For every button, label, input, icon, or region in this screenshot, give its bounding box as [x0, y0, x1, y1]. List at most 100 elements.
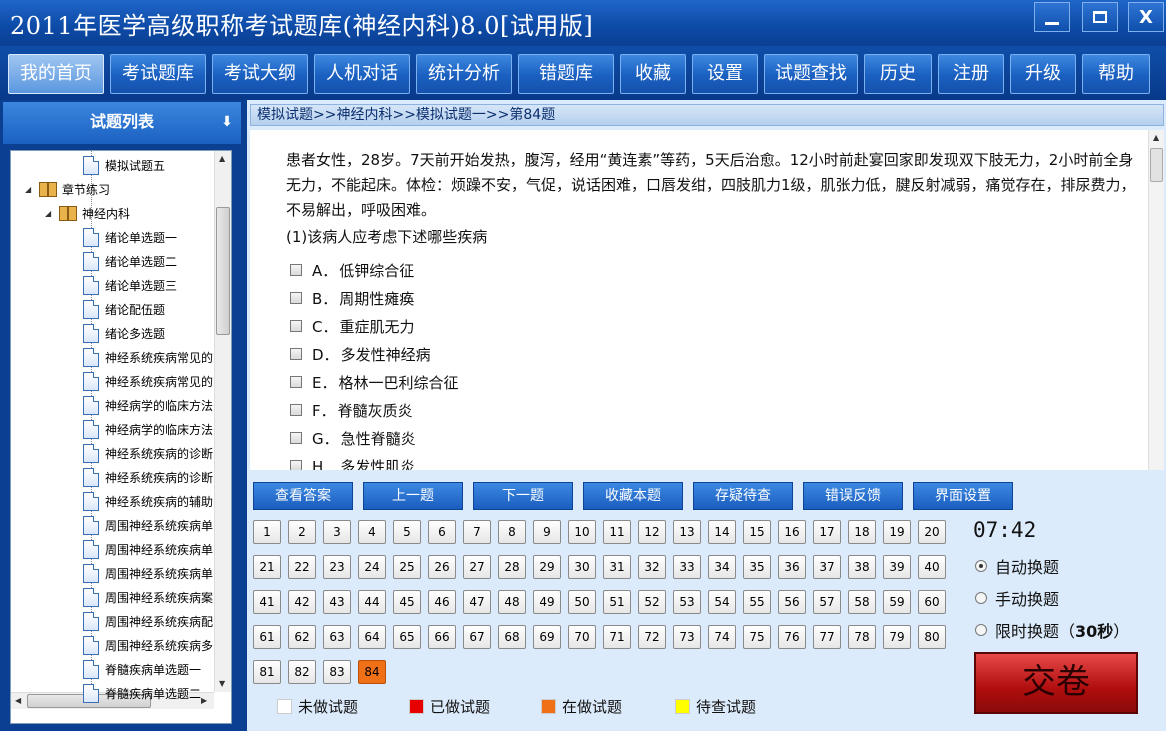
question-number-button[interactable]: 56 [778, 590, 806, 614]
question-number-button[interactable]: 17 [813, 520, 841, 544]
question-number-button[interactable]: 34 [708, 555, 736, 579]
question-number-button[interactable]: 9 [533, 520, 561, 544]
scroll-down-icon[interactable]: ▼ [219, 679, 225, 688]
double-chevron-down-icon[interactable]: ⬇ [221, 102, 233, 142]
scroll-up-icon[interactable]: ▲ [1153, 133, 1159, 142]
question-number-button[interactable]: 52 [638, 590, 666, 614]
menu-item[interactable]: 人机对话 [314, 54, 410, 94]
menu-item[interactable]: 考试题库 [110, 54, 206, 94]
action-button[interactable]: 下一题 [473, 482, 573, 510]
question-number-button[interactable]: 15 [743, 520, 771, 544]
question-number-button[interactable]: 69 [533, 625, 561, 649]
action-button[interactable]: 错误反馈 [803, 482, 903, 510]
scroll-right-icon[interactable]: ▶ [201, 696, 207, 705]
mode-radio[interactable] [975, 592, 987, 604]
scroll-up-icon[interactable]: ▲ [219, 154, 225, 163]
question-number-button[interactable]: 72 [638, 625, 666, 649]
tree-expand-icon[interactable]: ◢ [25, 185, 35, 194]
question-number-button[interactable]: 62 [288, 625, 316, 649]
question-number-button[interactable]: 75 [743, 625, 771, 649]
tree-vertical-scrollbar[interactable]: ▲ ▼ [214, 151, 231, 692]
question-number-button[interactable]: 19 [883, 520, 911, 544]
question-number-button[interactable]: 20 [918, 520, 946, 544]
question-number-button[interactable]: 33 [673, 555, 701, 579]
question-number-button[interactable]: 44 [358, 590, 386, 614]
question-number-button[interactable]: 29 [533, 555, 561, 579]
question-number-button[interactable]: 48 [498, 590, 526, 614]
question-number-button[interactable]: 39 [883, 555, 911, 579]
question-number-button[interactable]: 23 [323, 555, 351, 579]
question-number-button[interactable]: 7 [463, 520, 491, 544]
question-number-button[interactable]: 58 [848, 590, 876, 614]
answer-option[interactable]: A． 低钾综合征 [290, 259, 414, 281]
question-number-button[interactable]: 45 [393, 590, 421, 614]
question-tree[interactable]: ▲ ▼ ◀ ▶ 模拟试题五 ◢ 章节练习 ◢ 神经内科 绪论单选题一 绪论单选题二 绪论单选题… [10, 150, 232, 724]
question-number-button[interactable]: 67 [463, 625, 491, 649]
tree-scroll-thumb[interactable] [216, 207, 230, 335]
answer-checkbox[interactable] [290, 348, 302, 360]
answer-checkbox[interactable] [290, 404, 302, 416]
mode-option[interactable]: 自动换题 [975, 554, 1059, 578]
question-number-button[interactable]: 49 [533, 590, 561, 614]
answer-option[interactable]: H． 多发性肌炎 [290, 455, 415, 470]
tree-item[interactable]: 周围神经系统疾病配 [83, 609, 213, 633]
tree-item[interactable]: 周围神经系统疾病单 [83, 561, 213, 585]
question-number-button[interactable]: 30 [568, 555, 596, 579]
menu-item[interactable]: 统计分析 [416, 54, 512, 94]
menu-item[interactable]: 设置 [692, 54, 758, 94]
question-number-button[interactable]: 11 [603, 520, 631, 544]
question-number-button[interactable]: 68 [498, 625, 526, 649]
tree-item[interactable]: 神经系统疾病常见的 [83, 345, 213, 369]
tree-item[interactable]: 神经系统疾病的辅助 [83, 489, 213, 513]
answer-checkbox[interactable] [290, 376, 302, 388]
question-number-button[interactable]: 14 [708, 520, 736, 544]
question-number-button[interactable]: 80 [918, 625, 946, 649]
tree-item[interactable]: 周围神经系统疾病多 [83, 633, 213, 657]
mode-radio[interactable] [975, 560, 987, 572]
tree-expand-icon[interactable]: ◢ [45, 209, 55, 218]
scroll-left-icon[interactable]: ◀ [15, 696, 21, 705]
tree-item[interactable]: 神经系统疾病的诊断 [83, 465, 213, 489]
question-number-button[interactable]: 54 [708, 590, 736, 614]
question-number-button[interactable]: 81 [253, 660, 281, 684]
question-number-button[interactable]: 78 [848, 625, 876, 649]
question-number-button[interactable]: 12 [638, 520, 666, 544]
answer-option[interactable]: C． 重症肌无力 [290, 315, 415, 337]
question-number-button[interactable]: 82 [288, 660, 316, 684]
question-number-button[interactable]: 46 [428, 590, 456, 614]
question-number-button[interactable]: 57 [813, 590, 841, 614]
tree-item[interactable]: 周围神经系统疾病单 [83, 513, 213, 537]
question-number-button[interactable]: 32 [638, 555, 666, 579]
tree-item[interactable]: 绪论配伍题 [83, 297, 165, 321]
tree-item[interactable]: 脊髓疾病单选题二 [83, 681, 201, 705]
tree-item[interactable]: ◢ 章节练习 [25, 177, 110, 201]
question-number-button[interactable]: 10 [568, 520, 596, 544]
question-number-button[interactable]: 5 [393, 520, 421, 544]
menu-item[interactable]: 历史 [864, 54, 932, 94]
menu-item[interactable]: 我的首页 [8, 54, 104, 94]
action-button[interactable]: 界面设置 [913, 482, 1013, 510]
question-number-button[interactable]: 64 [358, 625, 386, 649]
question-number-button[interactable]: 25 [393, 555, 421, 579]
answer-checkbox[interactable] [290, 292, 302, 304]
question-number-button[interactable]: 77 [813, 625, 841, 649]
mode-option[interactable]: 手动换题 [975, 586, 1059, 610]
question-number-button[interactable]: 84 [358, 660, 386, 684]
question-number-button[interactable]: 22 [288, 555, 316, 579]
menu-item[interactable]: 帮助 [1082, 54, 1150, 94]
close-button[interactable]: X [1128, 2, 1164, 32]
question-number-button[interactable]: 24 [358, 555, 386, 579]
menu-item[interactable]: 收藏 [620, 54, 686, 94]
question-number-button[interactable]: 51 [603, 590, 631, 614]
menu-item[interactable]: 考试大纲 [212, 54, 308, 94]
tree-item[interactable]: 脊髓疾病单选题一 [83, 657, 201, 681]
answer-checkbox[interactable] [290, 264, 302, 276]
tree-item[interactable]: 绪论单选题二 [83, 249, 177, 273]
question-number-button[interactable]: 79 [883, 625, 911, 649]
answer-option[interactable]: G． 急性脊髓炎 [290, 427, 416, 449]
question-scroll-thumb[interactable] [1150, 148, 1163, 182]
question-number-button[interactable]: 8 [498, 520, 526, 544]
question-number-button[interactable]: 36 [778, 555, 806, 579]
answer-option[interactable]: F． 脊髓灰质炎 [290, 399, 413, 421]
action-button[interactable]: 存疑待查 [693, 482, 793, 510]
